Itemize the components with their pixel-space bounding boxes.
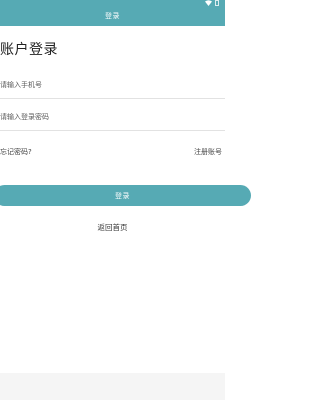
forgot-password-link[interactable]: 忘记密码? [0, 147, 32, 157]
phone-input[interactable] [0, 74, 225, 96]
password-input[interactable] [0, 106, 225, 128]
battery-icon [215, 0, 219, 6]
bottom-bar [0, 373, 225, 400]
title-bar: 登录 [0, 6, 225, 26]
divider [0, 98, 225, 99]
wifi-icon [205, 0, 212, 6]
back-to-home-link[interactable]: 返回首页 [0, 222, 225, 233]
login-heading: 账户登录 [0, 42, 58, 58]
divider [0, 130, 225, 131]
register-link[interactable]: 注册账号 [194, 147, 222, 157]
login-button[interactable]: 登录 [0, 185, 251, 206]
page-title: 登录 [105, 12, 120, 20]
